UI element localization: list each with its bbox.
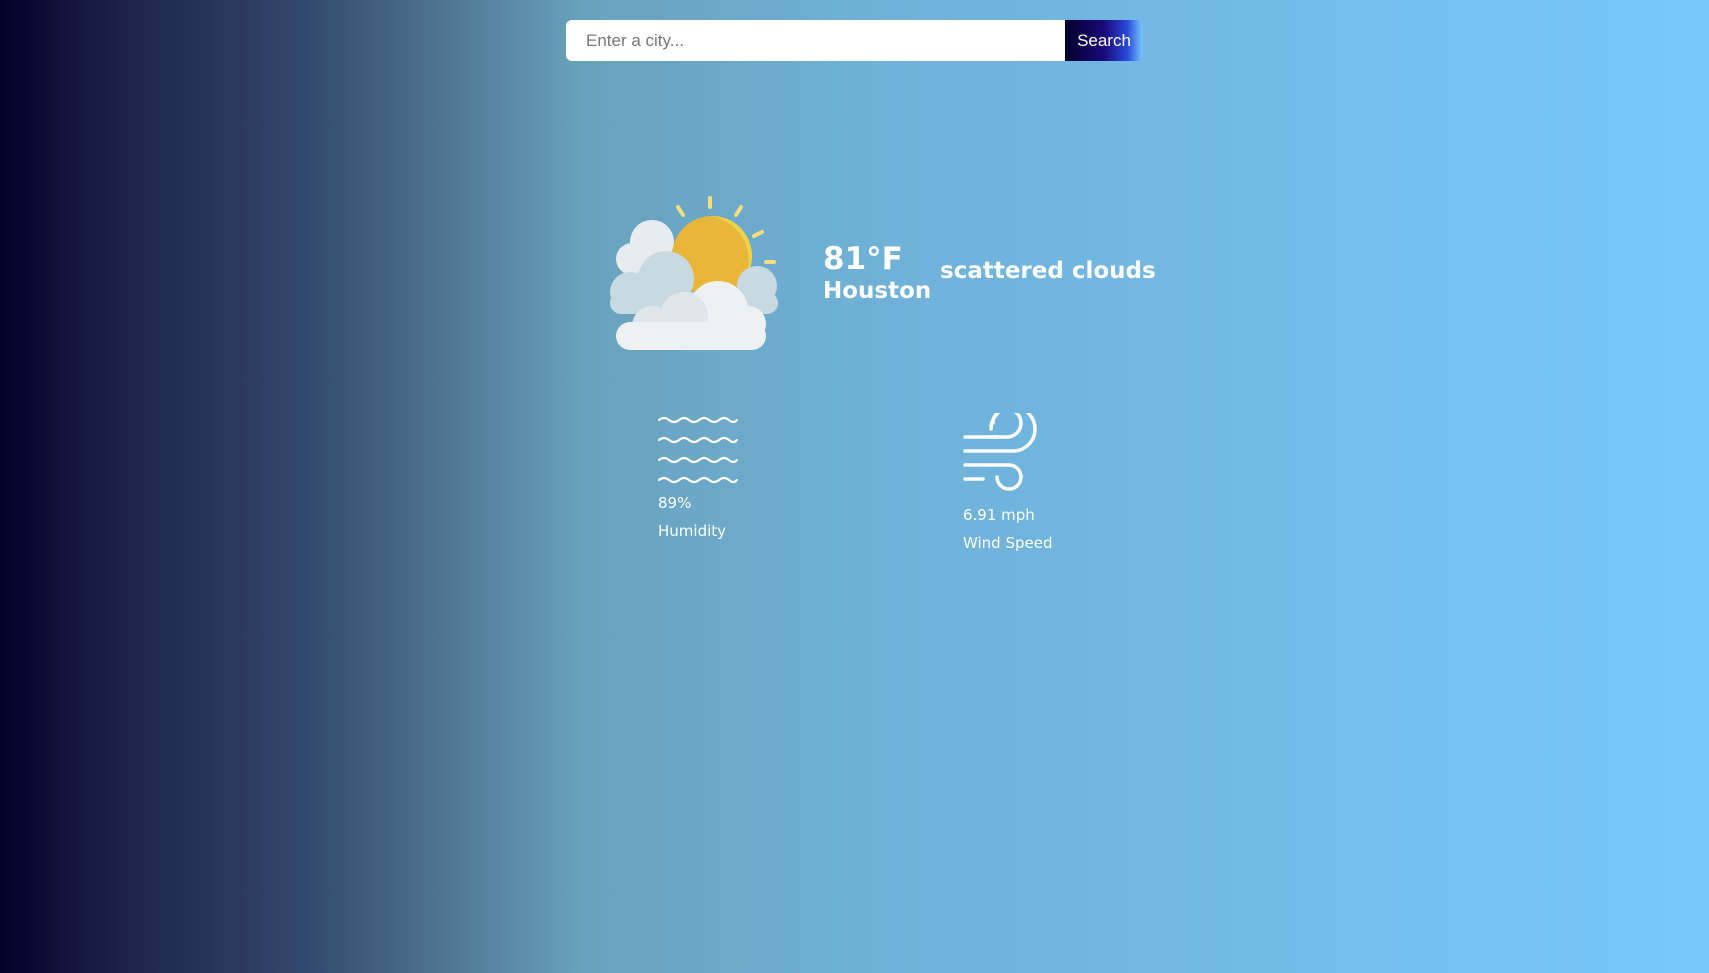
humidity-value: 89% [658, 494, 692, 512]
weather-description: scattered clouds [940, 258, 1156, 284]
search-bar: Search [566, 20, 1143, 61]
city-search-input[interactable] [566, 20, 1065, 61]
search-button[interactable]: Search [1065, 20, 1143, 61]
humidity-label: Humidity [658, 522, 727, 540]
temperature-block: 81°F Houston [823, 241, 931, 305]
wind-stat: 6.91 mph Wind Speed [963, 413, 1053, 557]
city-name: Houston [823, 278, 932, 304]
temperature-value: 81°F [823, 241, 903, 277]
wind-speed-label: Wind Speed [963, 534, 1053, 552]
partly-cloudy-icon [600, 194, 782, 354]
current-weather: 81°F Houston scattered clouds [600, 194, 1160, 354]
wind-icon [963, 413, 1037, 491]
humidity-stat: 89% Humidity [658, 415, 738, 545]
humidity-waves-icon [658, 416, 738, 484]
wind-speed-value: 6.91 mph [963, 506, 1035, 524]
